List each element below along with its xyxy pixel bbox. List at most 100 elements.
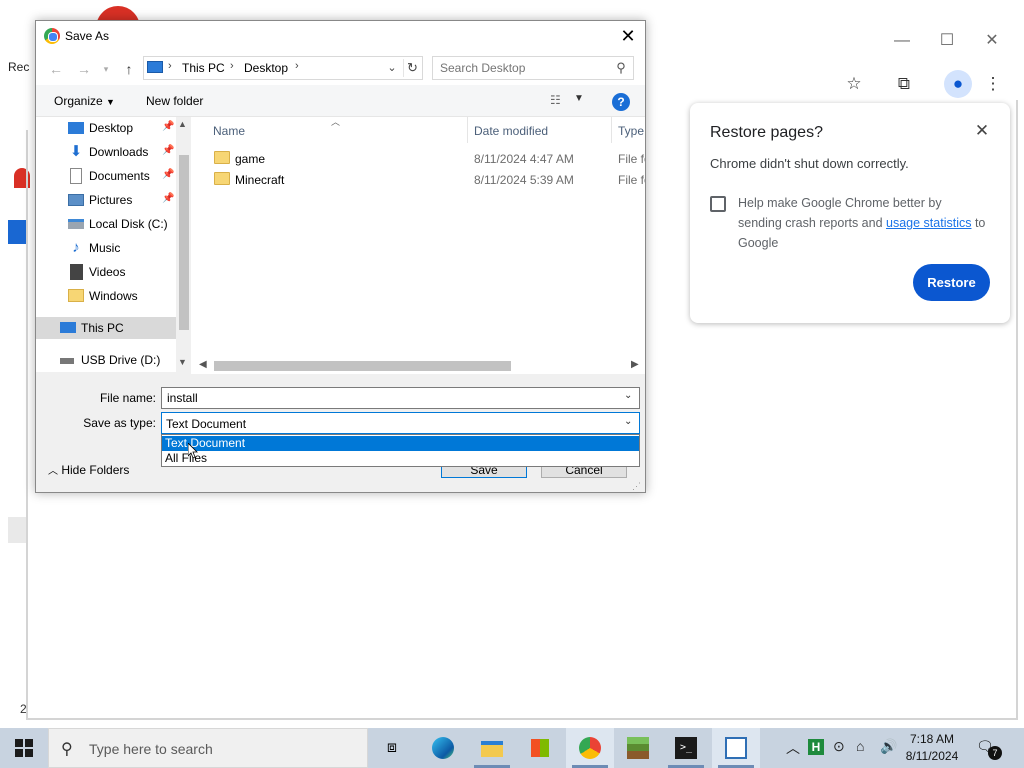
file-row-minecraft[interactable]: Minecraft 8/11/2024 5:39 AM File fo [191, 169, 645, 190]
minimize-button[interactable]: — [882, 28, 922, 54]
view-options-icon[interactable]: ☷ [550, 93, 570, 109]
nav-item-usb-drive[interactable]: USB Drive (D:) [36, 349, 176, 371]
scroll-left-icon[interactable]: ◀ [199, 359, 207, 370]
tray-camera-icon[interactable]: ⊙ [833, 738, 845, 755]
nav-item-local-disk[interactable]: Local Disk (C:) [36, 213, 176, 235]
tray-chevron-up-icon[interactable]: ︿ [786, 738, 800, 758]
taskbar-file-explorer[interactable] [468, 728, 516, 768]
file-type: File fo [618, 173, 645, 187]
file-date: 8/11/2024 5:39 AM [474, 173, 574, 187]
column-name[interactable]: Name [213, 124, 245, 138]
maximize-button[interactable]: ☐ [927, 28, 967, 54]
taskbar-search-box[interactable]: ⚲ Type here to search [48, 728, 368, 768]
frame-right [1016, 100, 1018, 720]
nav-item-this-pc[interactable]: This PC [36, 317, 176, 339]
nav-item-label: Music [89, 241, 121, 255]
crash-report-checkbox[interactable] [710, 196, 726, 212]
save-as-type-label: Save as type: [83, 416, 156, 430]
file-explorer-icon [481, 741, 503, 757]
recent-chevron-icon[interactable]: ▾ [96, 59, 116, 79]
file-name: game [235, 152, 266, 166]
bookmark-star-icon[interactable]: ☆ [840, 70, 868, 98]
nav-item-label: Pictures [89, 193, 133, 207]
volume-icon[interactable]: 🔊 [880, 738, 897, 755]
nav-item-label: USB Drive (D:) [81, 353, 161, 367]
tray-app-icon[interactable]: H [808, 739, 824, 755]
network-icon[interactable]: ⌂ [856, 738, 864, 754]
file-name-input[interactable] [162, 388, 622, 408]
pin-icon: 📌 [162, 121, 175, 132]
search-input[interactable] [433, 57, 613, 79]
nav-item-pictures[interactable]: Pictures 📌 [36, 189, 176, 211]
column-divider[interactable] [611, 117, 612, 143]
forward-arrow-icon[interactable]: → [74, 59, 94, 79]
taskbar-store[interactable] [516, 728, 564, 768]
breadcrumb-this-pc[interactable]: This PC [182, 61, 225, 75]
sort-up-icon: ︿ [331, 117, 341, 127]
up-arrow-icon[interactable]: ↑ [119, 59, 139, 79]
nav-item-documents[interactable]: Documents 📌 [36, 165, 176, 187]
popup-close-icon[interactable]: ✕ [972, 121, 992, 141]
column-type[interactable]: Type [618, 124, 644, 138]
nav-pane-scrollbar[interactable]: ▲ ▼ [176, 117, 191, 372]
organize-button[interactable]: Organize ▼ [54, 94, 115, 108]
window-close-button[interactable]: ✕ [972, 28, 1012, 54]
column-divider[interactable] [467, 117, 468, 143]
file-name-label: File name: [99, 391, 156, 405]
start-button[interactable] [0, 728, 48, 768]
address-bar[interactable]: › This PC › Desktop › ⌄ ↻ [143, 56, 423, 80]
profile-icon[interactable]: ● [944, 70, 972, 98]
nav-item-videos[interactable]: Videos [36, 261, 176, 283]
file-name-combobox[interactable]: ⌄ [161, 387, 640, 409]
task-view-button[interactable]: ⧈ [368, 728, 416, 768]
taskbar-minecraft[interactable] [614, 728, 662, 768]
back-arrow-icon[interactable]: ← [46, 59, 66, 79]
new-folder-button[interactable]: New folder [146, 94, 203, 108]
search-box[interactable]: ⚲ [432, 56, 634, 80]
search-icon: ⚲ [61, 741, 73, 758]
scroll-down-icon[interactable]: ▼ [178, 357, 187, 367]
refresh-icon[interactable]: ↻ [403, 59, 421, 77]
save-as-type-select[interactable]: Text Document ⌄ [161, 412, 640, 434]
nav-item-desktop[interactable]: Desktop 📌 [36, 117, 176, 139]
chevron-down-icon[interactable]: ⌄ [624, 416, 632, 427]
usage-statistics-link[interactable]: usage statistics [886, 216, 971, 230]
option-text-document[interactable]: Text Document [162, 436, 639, 451]
nav-item-downloads[interactable]: ⬇ Downloads 📌 [36, 141, 176, 163]
scroll-up-icon[interactable]: ▲ [178, 119, 187, 129]
dialog-title: Save As [65, 29, 110, 43]
breadcrumb-desktop[interactable]: Desktop [244, 61, 288, 75]
nav-item-music[interactable]: ♪ Music [36, 237, 176, 259]
scrollbar-thumb[interactable] [179, 155, 189, 330]
file-row-game[interactable]: game 8/11/2024 4:47 AM File fo [191, 148, 645, 169]
taskbar-notepad[interactable] [712, 728, 760, 768]
edge-icon [432, 737, 454, 759]
hide-folders-button[interactable]: ︿ Hide Folders [48, 462, 129, 477]
taskbar-search-placeholder: Type here to search [89, 741, 213, 757]
chevron-right-icon: › [168, 60, 172, 72]
restore-button[interactable]: Restore [913, 264, 990, 301]
view-dropdown-icon[interactable]: ▼ [574, 93, 584, 104]
taskbar-terminal[interactable]: >_ [662, 728, 710, 768]
chevron-down-icon[interactable]: ⌄ [624, 390, 632, 401]
dialog-close-button[interactable]: ✕ [614, 24, 642, 48]
help-icon[interactable]: ? [612, 93, 630, 111]
option-all-files[interactable]: All Files [162, 451, 639, 466]
dialog-titlebar[interactable]: Save As ✕ [36, 21, 645, 51]
address-dropdown-icon[interactable]: ⌄ [384, 59, 400, 77]
documents-icon [70, 168, 82, 184]
nav-item-windows[interactable]: Windows [36, 285, 176, 307]
frame-bottom [28, 718, 1018, 720]
scroll-right-icon[interactable]: ▶ [631, 359, 639, 370]
taskbar-edge[interactable] [419, 728, 467, 768]
menu-dots-icon[interactable]: ⋮ [979, 70, 1007, 98]
taskbar-chrome[interactable] [566, 728, 614, 768]
scrollbar-thumb[interactable] [214, 361, 511, 371]
file-list-horizontal-scrollbar[interactable]: ◀ ▶ [191, 357, 645, 374]
column-date-modified[interactable]: Date modified [474, 124, 548, 138]
extensions-icon[interactable]: ⧉ [890, 70, 918, 98]
clock-time[interactable]: 7:18 AM [902, 732, 962, 746]
resize-grip-icon[interactable]: ⋰ [632, 481, 641, 492]
chevron-down-icon: ▼ [106, 97, 115, 107]
clock-date[interactable]: 8/11/2024 [902, 749, 962, 763]
